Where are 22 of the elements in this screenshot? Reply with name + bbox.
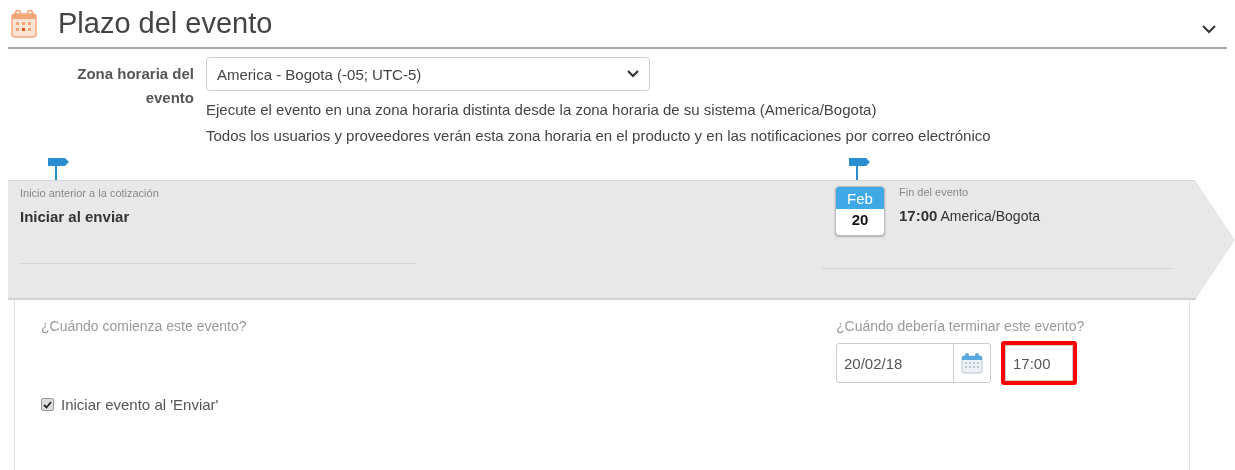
- end-caption: Fin del evento: [899, 186, 970, 198]
- start-value: Iniciar al enviar: [20, 208, 131, 225]
- start-question: ¿Cuándo comienza este evento?: [41, 318, 248, 334]
- end-value: 17:00 America/Bogota: [899, 207, 1041, 224]
- end-question: ¿Cuándo debería terminar este evento?: [836, 318, 1085, 334]
- chevron-icon[interactable]: [1201, 23, 1217, 34]
- checkbox[interactable]: [41, 398, 54, 411]
- timezone-dropdown[interactable]: America - Bogota (-05; UTC-5): [206, 57, 650, 91]
- help-text: Ejecute el evento en una zona horaria distinta desde la zona horaria de su sistema (America/Bogota): [206, 100, 878, 120]
- signpost-icon: [849, 156, 871, 180]
- calendar-icon: [10, 8, 38, 39]
- timezone-label: Zona horaria del evento: [76, 64, 194, 108]
- help-text: Todos los usuarios y proveedores verán esta zona horaria en el producto y en las notificaciones por correo electrónico: [206, 126, 991, 146]
- calendar-icon: [961, 352, 983, 374]
- time-field[interactable]: 17:00: [1001, 341, 1077, 385]
- signpost-icon: [48, 156, 70, 180]
- checkbox-label: Iniciar evento al 'Enviar': [61, 396, 219, 413]
- date-badge: Feb 20: [835, 186, 885, 236]
- section-title: Plazo del evento: [58, 7, 274, 40]
- start-caption: Inicio anterior a la cotización: [20, 187, 160, 199]
- date-field[interactable]: 20/02/18: [836, 343, 991, 383]
- caret-icon: [627, 70, 639, 78]
